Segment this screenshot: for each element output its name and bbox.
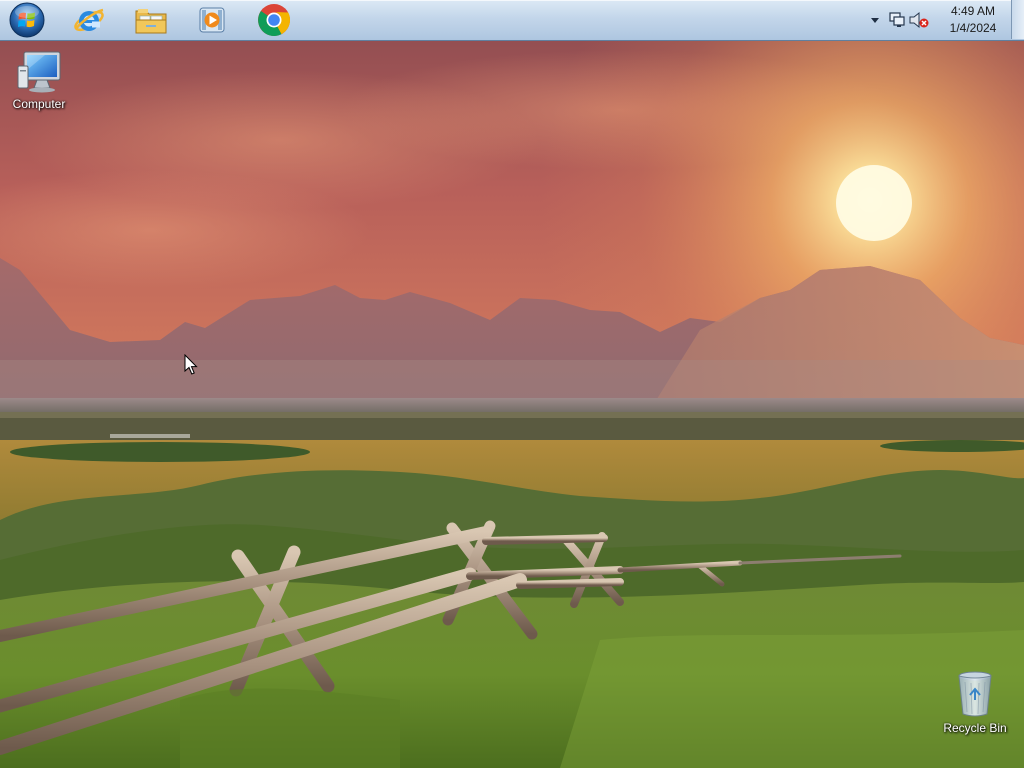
desktop-icon-computer[interactable]: Computer: [1, 50, 77, 111]
folder-explorer-icon: [135, 9, 167, 34]
internet-explorer-icon: [74, 8, 104, 32]
wallpaper: [0, 0, 1024, 768]
taskbar-chrome-button[interactable]: [248, 1, 300, 39]
taskbar-internet-explorer-button[interactable]: [63, 1, 115, 39]
computer-monitor-icon: [17, 51, 61, 93]
clock-time: 4:49 AM: [950, 4, 996, 18]
taskbar: 4:49 AM 1/4/2024: [0, 0, 1024, 41]
system-clock[interactable]: 4:49 AM 1/4/2024: [936, 3, 1010, 37]
volume-tray-button[interactable]: [908, 9, 930, 31]
show-desktop-button[interactable]: [1011, 0, 1024, 39]
clock-date: 1/4/2024: [949, 21, 997, 35]
show-hidden-icons-arrow-icon: [871, 18, 879, 23]
network-icon: [889, 12, 905, 27]
taskbar-windows-explorer-button[interactable]: [125, 1, 177, 39]
desktop-screen: 4:49 AM 1/4/2024 Computer Recycle Bin: [0, 0, 1024, 768]
start-button[interactable]: [2, 1, 52, 39]
windows-orb-icon: [9, 2, 45, 38]
volume-muted-icon: [909, 11, 929, 29]
taskbar-media-player-button[interactable]: [186, 1, 238, 39]
mouse-cursor-icon: [184, 354, 198, 375]
chrome-icon: [258, 4, 291, 36]
network-tray-button[interactable]: [886, 9, 908, 31]
media-player-icon: [199, 7, 225, 33]
show-hidden-icons-button[interactable]: [864, 9, 886, 31]
desktop-icon-label: Recycle Bin: [943, 721, 1007, 735]
notification-area: 4:49 AM 1/4/2024: [864, 0, 1010, 40]
recycle-bin-icon: [958, 671, 992, 717]
desktop-icon-label: Computer: [12, 97, 66, 111]
desktop-icon-recycle-bin[interactable]: Recycle Bin: [937, 670, 1013, 735]
